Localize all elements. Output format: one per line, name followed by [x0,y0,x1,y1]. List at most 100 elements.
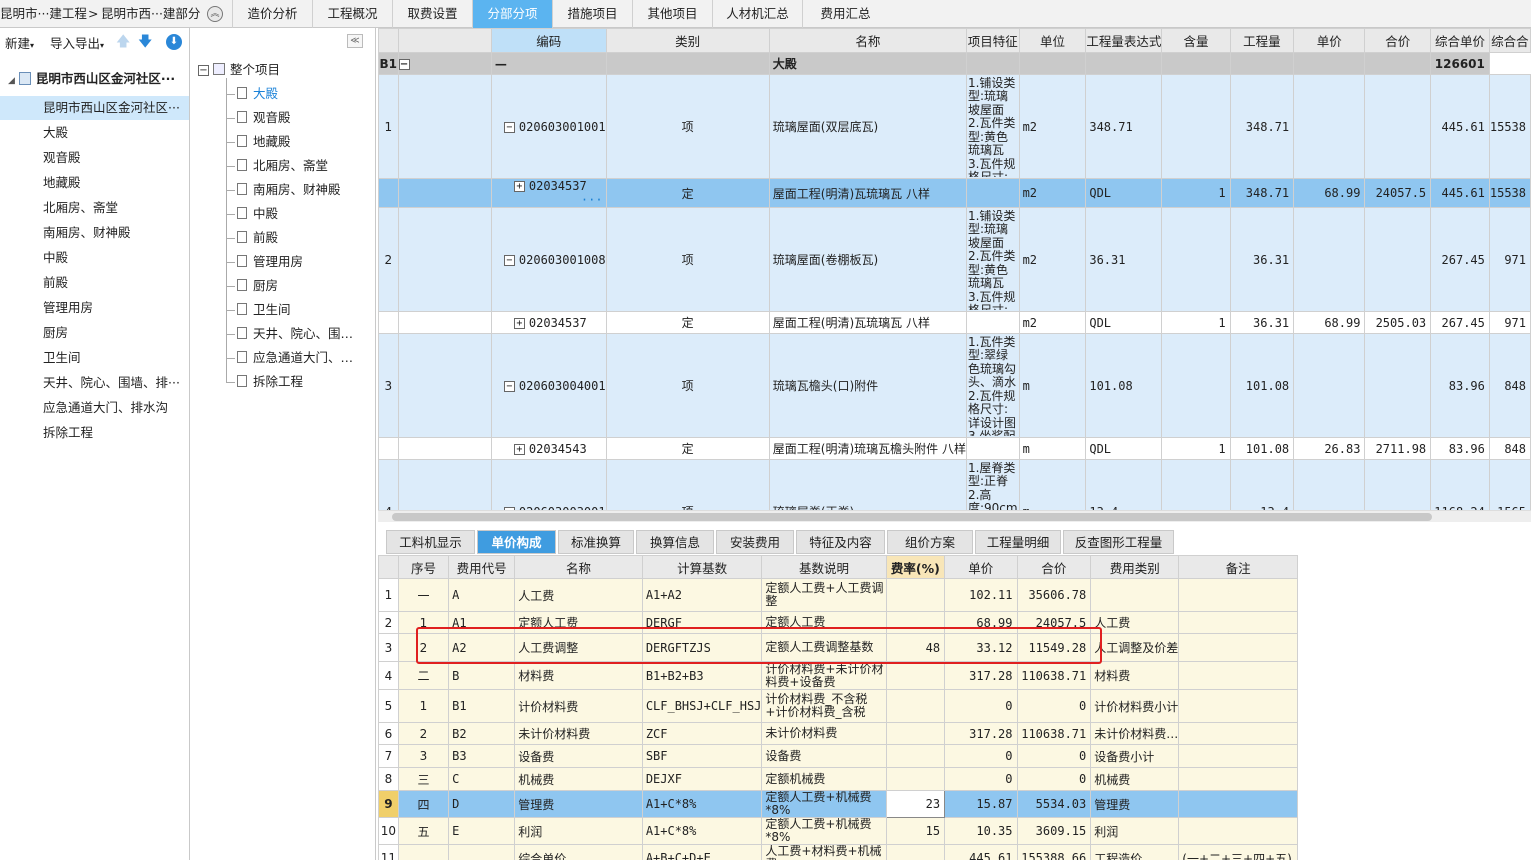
name-cell[interactable]: 屋面工程(明清)瓦琉璃瓦 八样 [768,311,967,334]
quota-row[interactable]: +02034543 定屋面工程(明清)琉璃瓦檐头附件 八样 m QDL 1 101.08 2… [378,437,1531,460]
seq-cell[interactable]: 一 [397,578,450,612]
quantity-expr-cell[interactable]: 13.4 [1085,459,1163,512]
column-header[interactable]: 费率(%) [885,555,946,579]
content-cell[interactable] [1161,459,1231,512]
detail-tab[interactable]: 换算信息 [636,530,714,554]
quantity-cell[interactable]: 348.71 [1229,178,1295,208]
note-cell[interactable] [1178,578,1298,612]
column-header[interactable]: 单价 [944,555,1018,579]
cost-category-cell[interactable]: 计价材料费小计 [1090,689,1180,723]
type-cell[interactable]: 项 [605,333,770,438]
tree-section-item[interactable]: 天井、院心、围… [226,324,353,344]
unit-cell[interactable]: m [1018,459,1087,512]
collapse-icon[interactable]: − [503,121,515,133]
note-cell[interactable] [1178,790,1298,818]
collapse-panel-icon[interactable]: ≪ [347,34,363,48]
content-cell[interactable] [1161,207,1231,312]
column-header[interactable]: 计算基数 [641,555,763,579]
cost-category-cell[interactable]: 人工费 [1090,611,1180,634]
feature-cell[interactable] [965,437,1020,460]
code-cell[interactable]: −020603001001 [490,74,607,179]
quantity-expr-cell[interactable]: 36.31 [1085,207,1163,312]
base-desc-cell[interactable]: 人工费+材料费+机械费 [761,844,887,860]
tree-section-item[interactable]: 观音殿 [226,108,291,128]
seq-cell[interactable]: 三 [397,767,450,791]
unit-project-item[interactable]: 南厢房、财神殿 [0,221,189,245]
bill-item-row[interactable]: 4 −020603003001项琉璃屋脊(正脊)1.屋脊类型:正脊 2.高度:90… [378,459,1531,512]
expand-icon[interactable]: + [513,443,525,455]
column-header[interactable]: 项目特征 [965,28,1020,53]
tree-section-item[interactable]: 南厢房、财神殿 [226,180,341,200]
column-header[interactable]: 备注 [1178,555,1298,579]
cost-code-cell[interactable]: B3 [448,744,516,768]
quota-row[interactable]: +02034537 定屋面工程(明清)瓦琉璃瓦 八样 m2 QDL 1 36.31 68.9… [378,311,1531,334]
base-desc-cell[interactable]: 设备费 [761,744,887,768]
cost-name-cell[interactable]: 机械费 [514,767,643,791]
column-header[interactable]: 综合合 [1488,28,1531,53]
column-header[interactable]: 序号 [397,555,450,579]
tab-7[interactable]: 人材机汇总 [712,0,802,28]
tree-collapse-icon[interactable]: − [198,65,209,76]
cost-name-cell[interactable]: 管理费 [514,790,643,818]
cost-name-cell[interactable]: 未计价材料费 [514,722,643,745]
feature-cell[interactable] [965,178,1020,208]
cost-category-cell[interactable]: 管理费 [1090,790,1180,818]
column-header[interactable]: 综合单价 [1430,28,1490,53]
cost-code-cell[interactable]: C [448,767,516,791]
rate-cell[interactable] [885,722,946,745]
feature-cell[interactable]: 1.铺设类型:琉璃坡屋面 2.瓦件类型:黄色琉璃瓦 3.瓦件规格尺寸:详设计图 … [965,207,1020,312]
bill-item-row[interactable]: 2 −020603001008 项琉璃屋面(卷棚板瓦) 1.铺设类型:琉璃坡屋面 2.… [378,207,1531,312]
quantity-cell[interactable]: 36.31 [1229,311,1295,334]
cost-category-cell[interactable]: 材料费 [1090,661,1180,690]
content-cell[interactable] [1161,74,1231,179]
tab-8[interactable]: 费用汇总 [802,0,888,28]
cost-category-cell[interactable] [1090,578,1180,612]
cost-name-cell[interactable]: 综合单价 [514,844,643,860]
cost-row[interactable]: 1 一 A 人工费 A1+A2 定额人工费+人工费调整 102.11 35606.78 [378,578,1298,612]
base-cell[interactable]: A1+C*8% [641,817,763,845]
collapse-icon[interactable]: − [399,58,410,70]
name-cell[interactable]: 屋面工程(明清)瓦琉璃瓦 八样 [768,178,967,208]
code-cell[interactable]: +02034543 [490,437,607,460]
tab-3[interactable]: 取费设置 [392,0,472,28]
base-cell[interactable]: ZCF [641,722,763,745]
code-cell[interactable]: −020603004001 [490,333,607,438]
more-options-icon[interactable]: ··· [581,193,603,207]
unit-project-item[interactable]: 管理用房 [0,296,189,320]
code-cell[interactable]: +02034537 ··· [490,178,607,208]
price-cell[interactable] [1293,333,1366,438]
breadcrumb-project[interactable]: 昆明市···建工程 [0,0,87,28]
cost-name-cell[interactable]: 人工费 [514,578,643,612]
name-cell[interactable]: 琉璃屋脊(正脊) [768,459,967,512]
cost-row[interactable]: 9 四 D 管理费 A1+C*8% 定额人工费+机械费*8% 23 15.87 5534.03 管… [378,790,1298,818]
quantity-cell[interactable]: 13.4 [1229,459,1295,512]
price-cell[interactable] [1293,207,1366,312]
unit-cell[interactable]: m [1018,437,1087,460]
horizontal-scrollbar[interactable] [378,510,1531,522]
code-cell[interactable]: +02034537 [490,311,607,334]
tree-root[interactable]: − 整个项目 [198,60,280,80]
note-cell[interactable] [1178,817,1298,845]
type-cell[interactable]: 项 [605,74,770,179]
tree-section-item[interactable]: 前殿 [226,228,278,248]
base-cell[interactable]: CLF_BHSJ+CLF_HSJ [641,689,763,723]
quota-row[interactable]: +02034537 ··· 定屋面工程(明清)瓦琉璃瓦 八样 m2 QDL 1 348.71… [378,178,1531,208]
cost-category-cell[interactable]: 工程造价 [1090,844,1180,860]
base-cell[interactable]: A1+A2 [641,578,763,612]
tree-section-item[interactable]: 北厢房、斋堂 [226,156,328,176]
scroll-thumb[interactable] [392,513,1432,521]
tree-section-item[interactable]: 卫生间 [226,300,291,320]
download-icon[interactable]: ⬇ [166,34,182,50]
cost-row[interactable]: 5 1 B1 计价材料费 CLF_BHSJ+CLF_HSJ 计价材料费_不含税+计价材料费… [378,689,1298,723]
cost-category-cell[interactable]: 人工调整及价差 [1090,633,1180,662]
move-up-icon[interactable]: 🡅 [116,34,130,50]
base-desc-cell[interactable]: 定额人工费+机械费*8% [761,790,887,818]
unit-project-item[interactable]: 前殿 [0,271,189,295]
cost-code-cell[interactable]: A [448,578,516,612]
collapse-icon[interactable]: − [503,254,515,266]
unit-cell[interactable]: m [1018,333,1087,438]
cost-row[interactable]: 6 2 B2 未计价材料费 ZCF 未计价材料费 317.28 110638.71 未计价材料费… [378,722,1298,745]
rate-cell[interactable] [885,744,946,768]
group-toggle[interactable]: − [397,52,492,75]
seq-cell[interactable]: 四 [397,790,450,818]
